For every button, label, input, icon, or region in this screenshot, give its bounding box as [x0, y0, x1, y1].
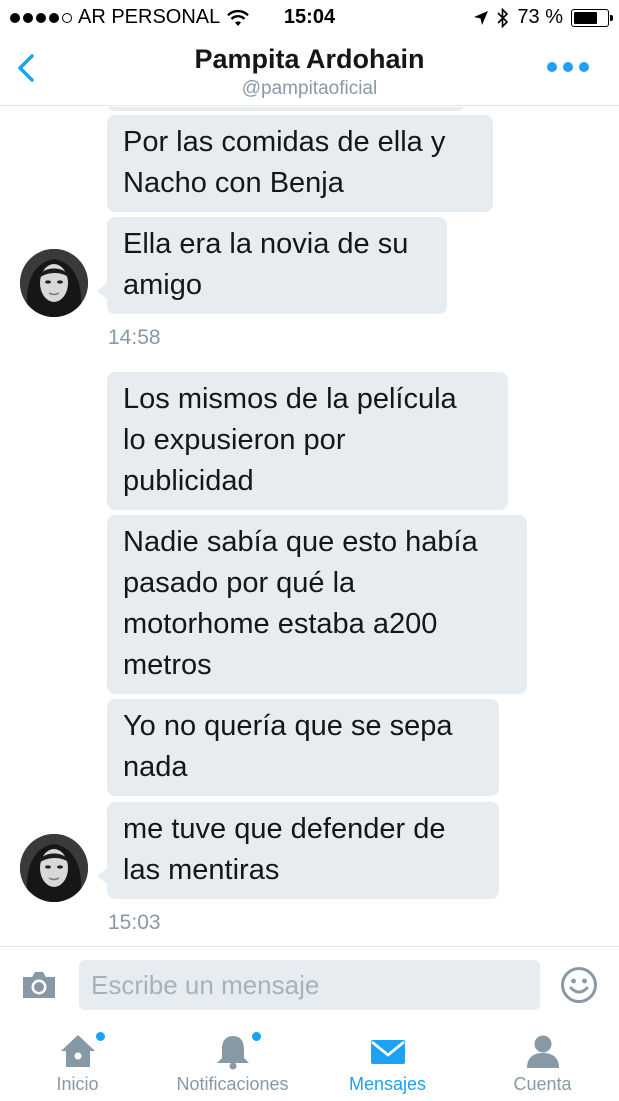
tab-label: Notificaciones: [176, 1074, 289, 1094]
message-bubble[interactable]: Por las comidas de ella y Nacho con Benj…: [107, 115, 493, 212]
battery-fill: [574, 11, 598, 24]
bubble-tail: [97, 283, 107, 299]
notification-badge: [252, 1032, 261, 1041]
message-timestamp: 15:03: [108, 911, 161, 934]
home-icon: [60, 1035, 95, 1067]
message-bubble[interactable]: Ella era la novia de su amigo: [107, 217, 447, 314]
status-bar: AR PERSONAL 15:04 73 %: [0, 0, 619, 36]
tab-inicio[interactable]: Inicio: [0, 1024, 155, 1101]
message-composer: [0, 946, 619, 1024]
message-text: Los mismos de la película lo expusieron …: [123, 383, 457, 497]
camera-button[interactable]: [20, 969, 58, 1001]
battery-icon: [571, 8, 613, 27]
tab-label: Mensajes: [348, 1074, 427, 1094]
avatar-photo: [20, 834, 88, 902]
avatar[interactable]: [20, 249, 88, 317]
message-input[interactable]: [79, 960, 540, 1010]
person-icon: [526, 1035, 559, 1068]
envelope-icon: [370, 1040, 405, 1064]
avatar-photo: [20, 249, 88, 317]
message-bubble[interactable]: me tuve que defender de las mentiras: [107, 802, 499, 899]
bluetooth-icon: [497, 7, 509, 28]
tab-notificaciones[interactable]: Notificaciones: [155, 1024, 310, 1101]
more-icon-dot: [563, 62, 573, 72]
message-bubble[interactable]: Los mismos de la película lo expusieron …: [107, 372, 508, 510]
status-right-group: 73 %: [473, 6, 613, 29]
bubble-tail: [97, 868, 107, 884]
message-text: Ella era la novia de su amigo: [123, 228, 409, 301]
emoji-button[interactable]: [560, 966, 598, 1004]
more-options-button[interactable]: [547, 62, 589, 72]
message-text: me tuve que defender de las mentiras: [123, 813, 446, 886]
tab-mensajes[interactable]: Mensajes: [310, 1024, 465, 1101]
more-icon-dot: [579, 62, 589, 72]
message-bubble[interactable]: Yo no quería que se sepa nada: [107, 699, 499, 796]
message-bubble[interactable]: Nadie sabía que esto había pasado por qu…: [107, 515, 527, 694]
battery-percentage: 73 %: [517, 6, 563, 28]
message-text: Yo no quería que se sepa nada: [123, 710, 453, 783]
message-text: Por las comidas de ella y Nacho con Benj…: [123, 126, 446, 199]
message-list[interactable]: Por las comidas de ella y Nacho con Benj…: [0, 107, 619, 945]
bell-icon: [216, 1036, 249, 1070]
tab-label: Cuenta: [513, 1074, 572, 1094]
avatar[interactable]: [20, 834, 88, 902]
contact-handle: @pampitaoficial: [241, 78, 378, 99]
tab-cuenta[interactable]: Cuenta: [465, 1024, 619, 1101]
message-timestamp: 14:58: [108, 326, 161, 349]
message-text: Nadie sabía que esto había pasado por qu…: [123, 526, 478, 681]
tab-bar: Inicio Notificaciones Mensajes Cuenta: [0, 1024, 619, 1101]
conversation-header: Pampita Ardohain @pampitaoficial: [0, 36, 619, 106]
location-arrow-icon: [474, 10, 489, 25]
tab-label: Inicio: [56, 1074, 99, 1094]
contact-name[interactable]: Pampita Ardohain: [0, 44, 619, 75]
message-bubble-partial: [107, 107, 465, 111]
smiley-icon: [561, 967, 597, 1003]
camera-icon: [23, 972, 55, 998]
more-icon-dot: [547, 62, 557, 72]
notification-badge: [96, 1032, 105, 1041]
